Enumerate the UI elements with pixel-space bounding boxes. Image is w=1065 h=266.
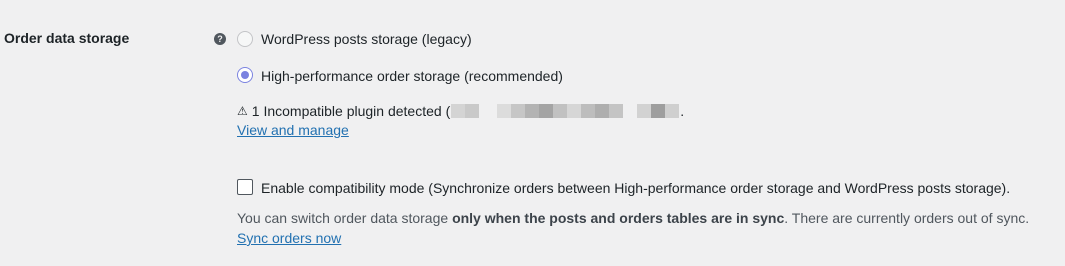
compatibility-mode-checkbox[interactable] <box>237 179 253 195</box>
help-icon[interactable]: ? <box>214 33 226 45</box>
sync-desc-pre: You can switch order data storage <box>237 210 453 226</box>
radio-label-high-performance[interactable]: High-performance order storage (recommen… <box>261 68 563 84</box>
sync-orders-now-link[interactable]: Sync orders now <box>237 230 341 246</box>
compatibility-mode-label[interactable]: Enable compatibility mode (Synchronize o… <box>261 180 1010 196</box>
incompatible-plugin-warning: ⚠ 1 Incompatible plugin detected ( . <box>237 103 684 119</box>
radio-high-performance-storage[interactable] <box>237 67 253 83</box>
view-and-manage-link[interactable]: View and manage <box>237 122 349 138</box>
sync-description: You can switch order data storage only w… <box>237 210 1029 226</box>
radio-label-wordpress-posts[interactable]: WordPress posts storage (legacy) <box>261 31 472 47</box>
sync-desc-bold: only when the posts and orders tables ar… <box>452 210 785 226</box>
warning-triangle-icon: ⚠ <box>237 104 248 118</box>
sync-desc-post: . There are currently orders out of sync… <box>784 210 1030 226</box>
warning-text: 1 Incompatible plugin detected ( <box>251 103 451 119</box>
order-data-storage-label: Order data storage <box>4 30 130 46</box>
radio-wordpress-posts-storage[interactable] <box>237 31 253 47</box>
warning-suffix: . <box>680 103 685 119</box>
redacted-plugin-name <box>451 104 680 118</box>
